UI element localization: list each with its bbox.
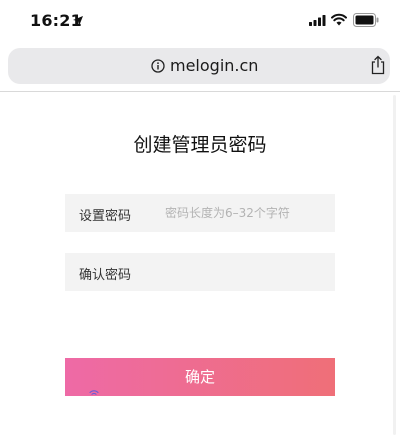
confirm-password-field[interactable]: 确认密码 <box>65 253 335 291</box>
confirm-password-input[interactable] <box>165 253 330 291</box>
content-divider <box>0 91 400 92</box>
page-title: 创建管理员密码 <box>133 134 267 156</box>
confirm-button[interactable]: 确定 <box>65 358 335 396</box>
battery-icon <box>353 13 379 27</box>
wifi-icon <box>331 13 347 26</box>
address-bar[interactable]: melogin.cn <box>8 48 390 84</box>
signal-icon <box>309 15 326 26</box>
confirm-password-label: 确认密码 <box>79 268 132 283</box>
set-password-input[interactable] <box>165 194 330 232</box>
share-icon[interactable] <box>370 55 386 75</box>
set-password-field[interactable]: 设置密码 <box>65 194 335 232</box>
location-arrow-icon <box>73 16 83 26</box>
set-password-label: 设置密码 <box>79 209 132 224</box>
url-text[interactable]: melogin.cn <box>170 56 258 75</box>
info-icon[interactable] <box>151 59 165 73</box>
scroll-indicator <box>393 95 396 435</box>
wifi-indicator-icon <box>89 390 99 395</box>
status-bar: 16:21 <box>0 0 400 42</box>
